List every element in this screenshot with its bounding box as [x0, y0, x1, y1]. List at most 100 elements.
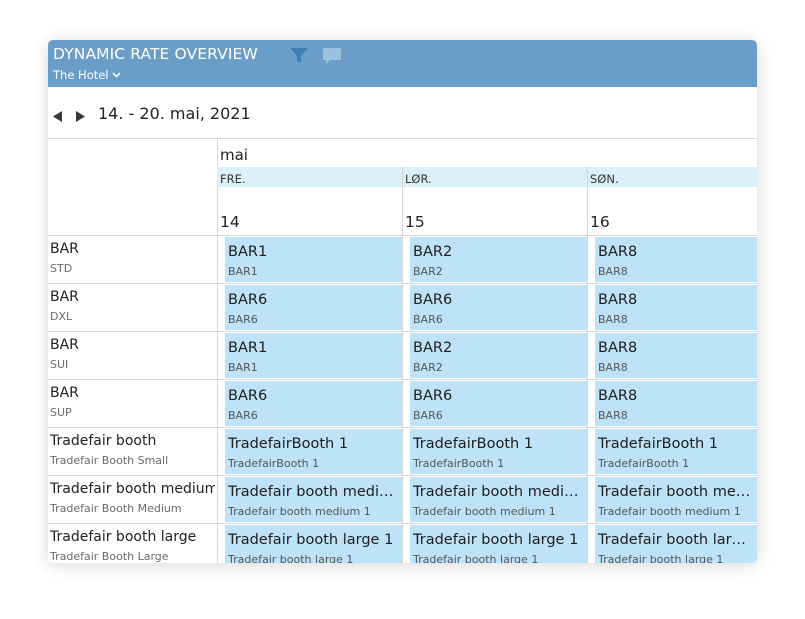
rate-name: BAR: [50, 385, 79, 401]
rate-code: Tradefair booth medium 1: [228, 484, 398, 500]
rate-name: Tradefair booth: [50, 433, 157, 449]
hotel-name: The Hotel: [53, 68, 109, 82]
rate-code: Tradefair booth large 1: [413, 532, 579, 548]
grid-divider: [48, 475, 757, 476]
rate-name: BAR: [50, 289, 79, 305]
rate-code: BAR1: [228, 340, 268, 356]
rate-code-sub: TradefairBooth 1: [228, 457, 320, 470]
rate-cell[interactable]: BAR8 BAR8: [595, 333, 757, 378]
room-type: Tradefair Booth Medium: [50, 502, 182, 515]
arrow-left-icon[interactable]: [53, 107, 63, 126]
rate-code: BAR6: [228, 292, 268, 308]
room-type: DXL: [50, 310, 73, 323]
arrow-right-icon[interactable]: [75, 107, 85, 126]
row-label: Tradefair booth medium Tradefair Booth Me…: [50, 481, 215, 516]
grid-divider: [48, 235, 757, 236]
month-label: mai: [220, 146, 248, 164]
rate-grid: mai FRE. 14 LØR. 15 SØN. 16 BAR STD BAR1 BAR1 BAR2…: [48, 138, 757, 563]
rate-code: BAR8: [598, 388, 638, 404]
day-number: 16: [590, 213, 610, 231]
row-label: BAR SUP: [50, 385, 215, 420]
rate-code-sub: TradefairBooth 1: [413, 457, 505, 470]
rate-code-sub: BAR8: [598, 265, 628, 278]
rate-cell[interactable]: BAR2 BAR2: [410, 237, 587, 282]
panel-title: DYNAMIC RATE OVERVIEW: [53, 45, 258, 63]
rate-cell[interactable]: BAR8 BAR8: [595, 237, 757, 282]
room-type: SUI: [50, 358, 69, 371]
rate-name: BAR: [50, 337, 79, 353]
grid-divider: [48, 427, 757, 428]
rate-code-sub: BAR2: [413, 265, 443, 278]
grid-divider: [48, 283, 757, 284]
rate-code-sub: BAR1: [228, 361, 258, 374]
rate-cell[interactable]: BAR8 BAR8: [595, 285, 757, 330]
hotel-selector[interactable]: The Hotel: [53, 67, 121, 82]
rate-cell[interactable]: Tradefair booth large 1 Tradefair booth l…: [225, 525, 402, 563]
rate-cell[interactable]: Tradefair booth large 1 Tradefair booth l…: [595, 525, 757, 563]
rate-code: BAR8: [598, 292, 638, 308]
rate-code-sub: BAR2: [413, 361, 443, 374]
grid-divider: [402, 167, 403, 563]
date-range: 14. - 20. mai, 2021: [98, 104, 251, 123]
rate-code-sub: BAR8: [598, 361, 628, 374]
rate-cell[interactable]: BAR1 BAR1: [225, 333, 402, 378]
rate-code-sub: TradefairBooth 1: [598, 457, 690, 470]
rate-cell[interactable]: TradefairBooth 1 TradefairBooth 1: [410, 429, 587, 474]
day-number: 15: [405, 213, 425, 231]
day-name: LØR.: [405, 172, 432, 186]
grid-divider: [48, 379, 757, 380]
rate-code-sub: Tradefair booth large 1: [598, 553, 724, 563]
row-label: BAR SUI: [50, 337, 215, 372]
rate-code: BAR2: [413, 340, 453, 356]
rate-cell[interactable]: BAR1 BAR1: [225, 237, 402, 282]
rate-code-sub: BAR6: [413, 313, 443, 326]
filter-icon[interactable]: [289, 47, 309, 65]
rate-cell[interactable]: BAR6 BAR6: [225, 285, 402, 330]
rate-cell[interactable]: Tradefair booth large 1 Tradefair booth l…: [410, 525, 587, 563]
rate-code: TradefairBooth 1: [228, 436, 349, 452]
room-type: Tradefair Booth Small: [50, 454, 169, 467]
grid-divider: [48, 523, 757, 524]
rate-code-sub: Tradefair booth medium 1: [598, 505, 741, 518]
rate-code-sub: Tradefair booth large 1: [413, 553, 539, 563]
comment-icon[interactable]: [321, 46, 343, 66]
rate-cell[interactable]: Tradefair booth medium 1 Tradefair booth …: [595, 477, 757, 522]
rate-code-sub: BAR6: [413, 409, 443, 422]
rate-code: BAR6: [413, 388, 453, 404]
rate-code-sub: Tradefair booth large 1: [228, 553, 354, 563]
rate-code: BAR1: [228, 244, 268, 260]
rate-name: Tradefair booth medium: [50, 481, 215, 497]
rate-code: Tradefair booth medium 1: [413, 484, 583, 500]
rate-code: BAR2: [413, 244, 453, 260]
row-label: Tradefair booth large Tradefair Booth Lar…: [50, 529, 215, 563]
rate-cell[interactable]: BAR6 BAR6: [225, 381, 402, 426]
rate-cell[interactable]: BAR6 BAR6: [410, 381, 587, 426]
rate-cell[interactable]: TradefairBooth 1 TradefairBooth 1: [595, 429, 757, 474]
rate-cell[interactable]: TradefairBooth 1 TradefairBooth 1: [225, 429, 402, 474]
chevron-down-icon: [111, 67, 121, 81]
rate-cell[interactable]: Tradefair booth medium 1 Tradefair booth …: [410, 477, 587, 522]
room-type: STD: [50, 262, 73, 275]
rate-code: BAR8: [598, 340, 638, 356]
rate-code-sub: BAR6: [228, 409, 258, 422]
row-label: Tradefair booth Tradefair Booth Small: [50, 433, 215, 468]
rate-code: Tradefair booth large 1: [598, 532, 753, 548]
rate-cell[interactable]: Tradefair booth medium 1 Tradefair booth …: [225, 477, 402, 522]
date-navigation: 14. - 20. mai, 2021: [48, 87, 757, 138]
rate-code: Tradefair booth medium 1: [598, 484, 753, 500]
day-name: SØN.: [590, 172, 619, 186]
rate-cell[interactable]: BAR6 BAR6: [410, 285, 587, 330]
grid-divider: [48, 331, 757, 332]
rate-code: BAR8: [598, 244, 638, 260]
rate-cell[interactable]: BAR8 BAR8: [595, 381, 757, 426]
rate-code: BAR6: [413, 292, 453, 308]
rate-code: Tradefair booth large 1: [228, 532, 394, 548]
row-label: BAR DXL: [50, 289, 215, 324]
rate-cell[interactable]: BAR2 BAR2: [410, 333, 587, 378]
room-type: SUP: [50, 406, 72, 419]
grid-divider: [48, 138, 757, 139]
panel-header: DYNAMIC RATE OVERVIEW The Hotel: [48, 40, 757, 87]
rate-code: BAR6: [228, 388, 268, 404]
rate-code: TradefairBooth 1: [413, 436, 534, 452]
grid-divider: [217, 138, 218, 563]
